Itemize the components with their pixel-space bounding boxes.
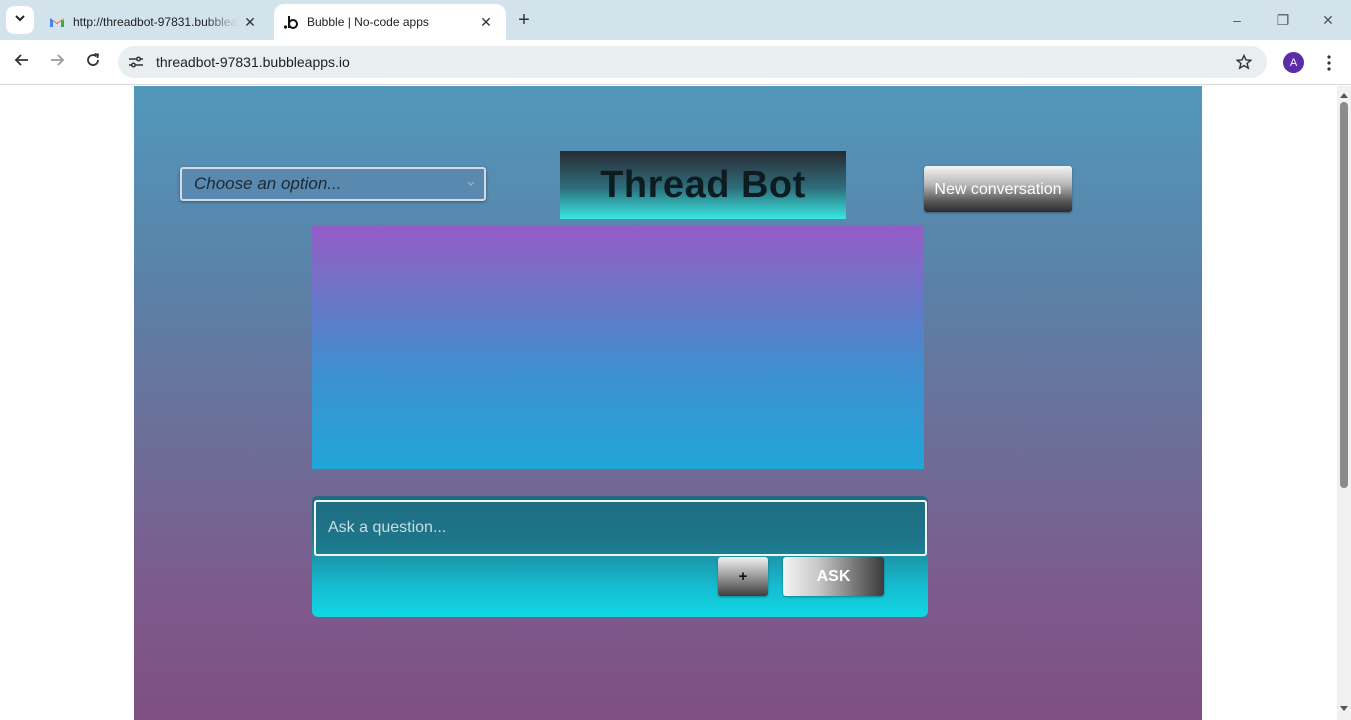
question-input[interactable]: Ask a question...: [314, 500, 927, 556]
tab-title: Bubble | No-code apps: [307, 15, 429, 29]
reload-button[interactable]: [78, 47, 108, 77]
page-scrollbar[interactable]: [1337, 86, 1351, 720]
tab-strip: http://threadbot-97831.bubbleapps.io ✕ B…: [0, 0, 1351, 40]
scroll-up-arrow-icon[interactable]: [1337, 88, 1351, 102]
more-menu-icon[interactable]: [1318, 50, 1340, 76]
arrow-right-icon: [49, 52, 65, 73]
restore-button[interactable]: ❐: [1260, 6, 1306, 34]
reload-icon: [85, 52, 101, 73]
scroll-down-arrow-icon[interactable]: [1337, 702, 1351, 716]
close-icon[interactable]: ✕: [474, 10, 498, 34]
tab-threadbot-gmail[interactable]: http://threadbot-97831.bubbleapps.io ✕: [40, 4, 270, 40]
gmail-icon: [49, 14, 65, 30]
site-settings-icon[interactable]: [126, 52, 146, 72]
minimize-button[interactable]: –: [1214, 6, 1260, 34]
ask-panel: Ask a question... + ASK: [312, 496, 928, 617]
new-tab-button[interactable]: +: [512, 8, 536, 32]
bubble-icon: [283, 14, 299, 30]
tab-bubble[interactable]: Bubble | No-code apps ✕: [274, 4, 506, 40]
chevron-down-icon: [464, 177, 478, 191]
dropdown-placeholder: Choose an option...: [194, 174, 342, 193]
forward-button[interactable]: [42, 47, 72, 77]
page-title: Thread Bot: [600, 163, 806, 206]
close-icon[interactable]: ✕: [238, 10, 262, 34]
scrollbar-thumb[interactable]: [1340, 102, 1348, 488]
chevron-down-icon: [14, 11, 26, 29]
browser-toolbar: threadbot-97831.bubbleapps.io A: [0, 40, 1351, 85]
tab-title: http://threadbot-97831.bubbleapps.io: [73, 15, 238, 29]
ask-button[interactable]: ASK: [783, 557, 884, 596]
url-text: threadbot-97831.bubbleapps.io: [156, 54, 350, 70]
window-close-button[interactable]: ✕: [1305, 6, 1351, 34]
tab-search-button[interactable]: [6, 6, 34, 34]
arrow-left-icon: [14, 52, 30, 73]
back-button[interactable]: [7, 47, 37, 77]
question-placeholder: Ask a question...: [328, 519, 447, 536]
address-bar[interactable]: threadbot-97831.bubbleapps.io: [118, 46, 1267, 78]
conversation-panel: [312, 225, 924, 469]
page-viewport: Choose an option... Thread Bot New conve…: [0, 86, 1351, 720]
thread-bot-app: Choose an option... Thread Bot New conve…: [134, 86, 1202, 720]
new-conversation-button[interactable]: New conversation: [924, 166, 1072, 212]
plus-button[interactable]: +: [718, 557, 768, 596]
option-dropdown[interactable]: Choose an option...: [180, 167, 486, 201]
title-banner: Thread Bot: [560, 151, 846, 219]
bookmark-star-icon[interactable]: [1233, 51, 1255, 73]
profile-avatar[interactable]: A: [1283, 52, 1304, 73]
